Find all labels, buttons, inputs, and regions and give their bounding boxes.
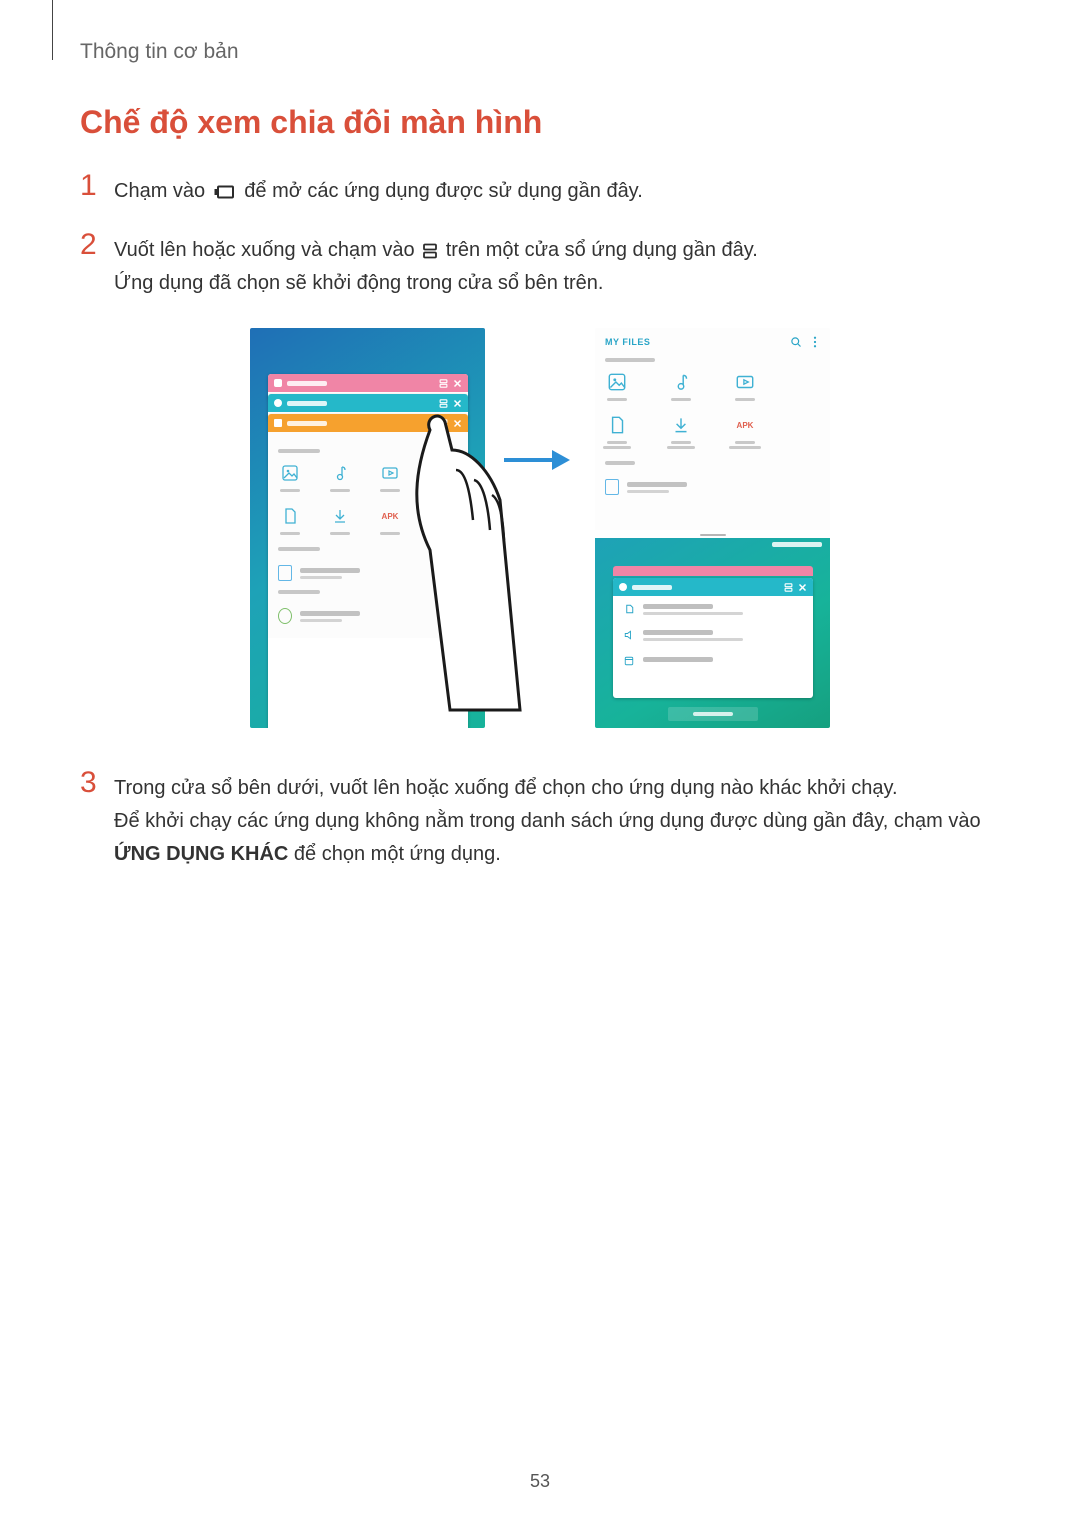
step-text: để chọn một ứng dụng. [288,843,500,865]
step-2: 2 Vuốt lên hoặc xuống và chạm vào trên m… [80,230,1000,300]
app-icon [274,379,282,387]
tile-label [278,489,302,492]
step-text: Ứng dụng đã chọn sẽ khởi động trong cửa … [114,272,603,294]
list-item [605,473,820,501]
audio-tile-icon [669,370,693,394]
card-header [268,374,468,392]
steps-list: 1 Chạm vào để mở các ứng dụng được sử dụ… [80,171,1000,300]
app-icon [274,399,282,407]
steps-list-continued: 3 Trong cửa sổ bên dưới, vuốt lên hoặc x… [80,768,1000,871]
tile-label [605,441,629,449]
storage-icon [278,565,292,581]
docs-tile-icon [605,413,629,437]
downloads-tile-icon [669,413,693,437]
apk-tile: APK [733,413,757,437]
tile-label [669,441,693,449]
recent-card-settings [613,578,813,698]
illustration-container: APK [80,328,1000,728]
search-icon [790,336,802,348]
app-title-placeholder [287,421,327,426]
header-rule [52,0,53,60]
tile-label [605,398,629,401]
arrow-right-icon [502,446,572,479]
section-label [605,358,655,362]
app-icon [619,583,627,591]
settings-row [613,596,813,622]
video-tile-icon [378,461,402,485]
tile-label [278,532,302,535]
section-breadcrumb: Thông tin cơ bản [80,40,1000,64]
split-screen-icon [439,379,448,388]
document-page: Thông tin cơ bản Chế độ xem chia đôi màn… [0,0,1080,1527]
split-screen-icon [422,243,438,259]
bottom-pane-recents [595,538,830,728]
downloads-tile-icon [328,504,352,528]
app-title-placeholder [287,401,327,406]
step-text: Chạm vào [114,180,211,202]
step-text: để mở các ứng dụng được sử dụng gần đây. [244,180,642,202]
step-1: 1 Chạm vào để mở các ứng dụng được sử dụ… [80,171,1000,208]
close-icon [453,399,462,408]
settings-row [613,648,813,674]
step-body: Trong cửa sổ bên dưới, vuốt lên hoặc xuố… [114,768,1000,871]
recents-icon [213,184,237,200]
section-label [278,590,320,594]
split-screen-icon [439,399,448,408]
step-number: 2 [80,230,114,260]
video-tile-icon [733,370,757,394]
app-title-placeholder [287,381,327,386]
step-body: Chạm vào để mở các ứng dụng được sử dụng… [114,171,643,208]
step-text: Trong cửa sổ bên dưới, vuốt lên hoặc xuố… [114,777,898,799]
notifications-icon [623,655,635,667]
close-icon [453,379,462,388]
tile-label [378,489,402,492]
close-all-button [323,707,413,721]
illustration: APK [250,328,830,728]
section-label [278,449,320,453]
recent-card-peek [613,566,813,576]
step-text: Vuốt lên hoặc xuống và chạm vào [114,239,420,261]
settings-row [613,622,813,648]
docs-tile-icon [278,504,302,528]
sound-icon [623,629,635,641]
tile-label [733,398,757,401]
card-header [613,578,813,596]
more-icon [810,336,820,348]
app-title-placeholder [632,585,672,590]
step-text-strong: ỨNG DỤNG KHÁC [114,843,288,865]
step-3: 3 Trong cửa sổ bên dưới, vuốt lên hoặc x… [80,768,1000,871]
files-app-top-pane: MY FILES [595,328,830,532]
more-apps-label [772,542,822,547]
close-icon [798,583,807,592]
section-label [278,547,320,551]
split-screen-icon [784,583,793,592]
app-icon [274,419,282,427]
step-text: Để khởi chạy các ứng dụng không nằm tron… [114,810,981,832]
apk-tile: APK [378,504,402,528]
section-label [605,461,635,465]
step-number: 3 [80,768,114,798]
tile-label [669,398,693,401]
close-all-bar [595,700,830,728]
step-text: trên một cửa sổ ứng dụng gần đây. [446,239,758,261]
images-tile-icon [278,461,302,485]
connections-icon [623,603,635,615]
audio-tile-icon [328,461,352,485]
storage-icon [605,479,619,495]
page-number: 53 [0,1471,1080,1492]
drive-icon [278,608,292,624]
screen-right: MY FILES [595,328,830,728]
close-all-button [668,707,758,721]
tile-label [378,532,402,535]
files-toolbar: MY FILES [605,336,820,348]
tile-label [328,489,352,492]
images-tile-icon [605,370,629,394]
tile-label [733,441,757,449]
page-title: Chế độ xem chia đôi màn hình [80,104,1000,141]
step-number: 1 [80,171,114,201]
tile-label [328,532,352,535]
step-body: Vuốt lên hoặc xuống và chạm vào trên một… [114,230,758,300]
files-app-title: MY FILES [605,337,650,347]
